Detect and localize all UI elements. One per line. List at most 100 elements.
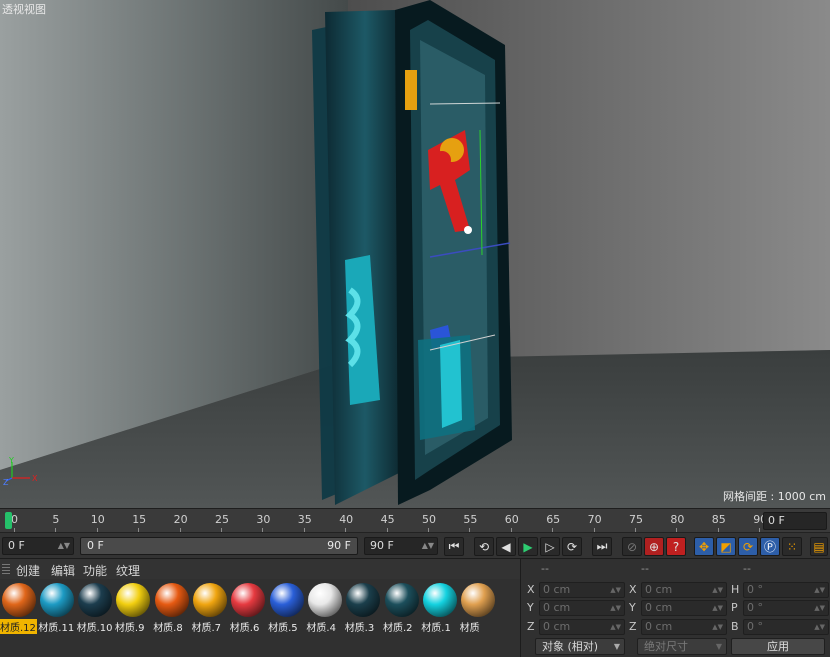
- coord-value-field[interactable]: 0 ° ▲▼: [743, 619, 829, 635]
- material-menu-bar: 创建 编辑 功能 纹理: [0, 559, 520, 579]
- coord-value: 0 cm: [543, 620, 571, 633]
- spin-arrows-icon[interactable]: ▲▼: [814, 601, 825, 615]
- material-preview-ball: [1, 583, 36, 617]
- spin-arrows-icon[interactable]: ▲▼: [422, 538, 434, 554]
- rotation-header: --: [743, 562, 751, 575]
- material-label: 材质.5: [268, 623, 298, 634]
- step-back-button[interactable]: ◀: [496, 537, 516, 556]
- auto-key-button[interactable]: ?: [666, 537, 686, 556]
- material-swatch[interactable]: 材质.7: [192, 581, 229, 634]
- material-swatch[interactable]: 材质.2: [383, 581, 420, 634]
- next-key-button[interactable]: ⟳: [562, 537, 582, 556]
- material-swatch[interactable]: 材质.10: [76, 581, 114, 634]
- coord-value-field[interactable]: 0 ° ▲▼: [743, 582, 829, 598]
- material-swatch[interactable]: 材质.9: [115, 581, 152, 634]
- go-to-start-icon: ⏮: [448, 539, 460, 553]
- material-swatch[interactable]: 材质.4: [306, 581, 343, 634]
- param-key-button[interactable]: Ⓟ: [760, 537, 780, 556]
- menu-texture[interactable]: 纹理: [116, 562, 140, 579]
- ruler-tick-label: 15: [132, 513, 147, 526]
- material-label: 材质.4: [306, 623, 336, 634]
- next-key-icon: ⟳: [566, 539, 578, 554]
- perspective-viewport[interactable]: 透视视图 Y Z X 网格间距 : 1000 cm: [0, 0, 830, 508]
- material-swatch[interactable]: 材质.5: [268, 581, 305, 634]
- playhead-handle[interactable]: [5, 512, 12, 529]
- coord-axis-label: X: [527, 583, 535, 596]
- ruler-tick-label: 10: [90, 513, 105, 526]
- play-icon: ▶: [523, 539, 533, 554]
- frame-range-slider[interactable]: 0 F 90 F: [80, 537, 358, 555]
- size-mode-dropdown[interactable]: 绝对尺寸 ▼: [637, 638, 727, 655]
- coord-value-field[interactable]: 0 cm ▲▼: [539, 619, 625, 635]
- axis-label-z: Z: [3, 478, 9, 486]
- spin-arrows-icon[interactable]: ▲▼: [814, 583, 825, 597]
- start-frame-field[interactable]: 0 F ▲▼: [2, 537, 74, 555]
- spin-arrows-icon[interactable]: ▲▼: [712, 601, 723, 615]
- menu-create[interactable]: 创建: [16, 562, 40, 579]
- coord-mode-dropdown[interactable]: 对象 (相对) ▼: [535, 638, 625, 655]
- play-button[interactable]: ▶: [518, 537, 538, 556]
- scale-key-icon: ◩: [720, 539, 732, 554]
- current-frame-field[interactable]: 0 F: [763, 512, 827, 530]
- spin-arrows-icon[interactable]: ▲▼: [610, 601, 621, 615]
- coord-value-field[interactable]: 0 cm ▲▼: [539, 600, 625, 616]
- apply-button[interactable]: 应用: [731, 638, 825, 655]
- material-swatch[interactable]: 材质.8: [153, 581, 190, 634]
- spin-arrows-icon[interactable]: ▲▼: [610, 583, 621, 597]
- material-swatch[interactable]: 材质.3: [345, 581, 382, 634]
- ruler-tick-label: 80: [670, 513, 685, 526]
- dropdown-arrow-icon: ▼: [613, 642, 620, 651]
- menu-function[interactable]: 功能: [83, 562, 107, 579]
- scale-key-button[interactable]: ◩: [716, 537, 736, 556]
- ruler-tick-label: 65: [546, 513, 561, 526]
- material-swatch[interactable]: 材质.11: [38, 581, 75, 634]
- previous-key-icon: ⟲: [478, 539, 490, 554]
- coord-mode-value: 对象 (相对): [542, 640, 599, 653]
- timeline-ruler[interactable]: 0 5 10 15 20 25 30 35 40 45 50 55 60 65 70 75 80 85 90 0 F: [0, 508, 830, 533]
- ruler-tick-label: 70: [587, 513, 602, 526]
- end-frame-field[interactable]: 90 F ▲▼: [364, 537, 438, 555]
- menu-edit[interactable]: 编辑: [51, 562, 75, 579]
- spin-arrows-icon[interactable]: ▲▼: [58, 538, 70, 554]
- previous-key-button[interactable]: ⟲: [474, 537, 494, 556]
- rotate-key-button[interactable]: ⟳: [738, 537, 758, 556]
- material-swatch[interactable]: 材质.1: [421, 581, 458, 634]
- record-off-button[interactable]: ⊘: [622, 537, 642, 556]
- go-to-end-button[interactable]: ⏭: [592, 537, 612, 556]
- material-preview-ball: [231, 583, 266, 617]
- spin-arrows-icon[interactable]: ▲▼: [610, 620, 621, 634]
- ruler-tick-label: 20: [173, 513, 188, 526]
- panel-grip-icon[interactable]: [2, 564, 10, 574]
- timeline-menu-button[interactable]: ▤: [810, 537, 828, 556]
- material-swatch[interactable]: 材质.12: [0, 581, 37, 634]
- material-label: 材质.10: [76, 623, 113, 634]
- material-swatch[interactable]: 材质: [460, 581, 497, 634]
- param-key-icon: Ⓟ: [763, 540, 776, 554]
- step-forward-button[interactable]: ▷: [540, 537, 560, 556]
- coord-value-field[interactable]: 0 cm ▲▼: [539, 582, 625, 598]
- material-swatch[interactable]: 材质.6: [229, 581, 267, 634]
- coord-value-field[interactable]: 0 cm ▲▼: [641, 582, 727, 598]
- coord-value-field[interactable]: 0 cm ▲▼: [641, 600, 727, 616]
- pla-key-button[interactable]: ⁙: [782, 537, 802, 556]
- ruler-track[interactable]: 0 5 10 15 20 25 30 35 40 45 50 55 60 65 70 75 80 85 90: [0, 509, 767, 533]
- spin-arrows-icon[interactable]: ▲▼: [712, 583, 723, 597]
- material-preview-ball: [307, 583, 342, 617]
- material-label: 材质.6: [229, 623, 260, 634]
- material-label: 材质.8: [153, 623, 183, 634]
- coord-axis-label: H: [731, 583, 740, 596]
- coord-value-field[interactable]: 0 ° ▲▼: [743, 600, 829, 616]
- ruler-tick-label: 35: [297, 513, 312, 526]
- viewport-title[interactable]: 透视视图: [2, 1, 46, 17]
- spin-arrows-icon[interactable]: ▲▼: [712, 620, 723, 634]
- axis-label-x: X: [32, 474, 38, 483]
- coord-value: 0 cm: [645, 620, 673, 633]
- record-active-button[interactable]: ⊕: [644, 537, 664, 556]
- coord-value-field[interactable]: 0 cm ▲▼: [641, 619, 727, 635]
- move-key-button[interactable]: ✥: [694, 537, 714, 556]
- spin-arrows-icon[interactable]: ▲▼: [814, 620, 825, 634]
- coord-value: 0 °: [747, 620, 763, 633]
- material-preview-ball: [461, 583, 496, 617]
- end-frame-value: 90 F: [370, 539, 394, 552]
- go-to-start-button[interactable]: ⏮: [444, 537, 464, 556]
